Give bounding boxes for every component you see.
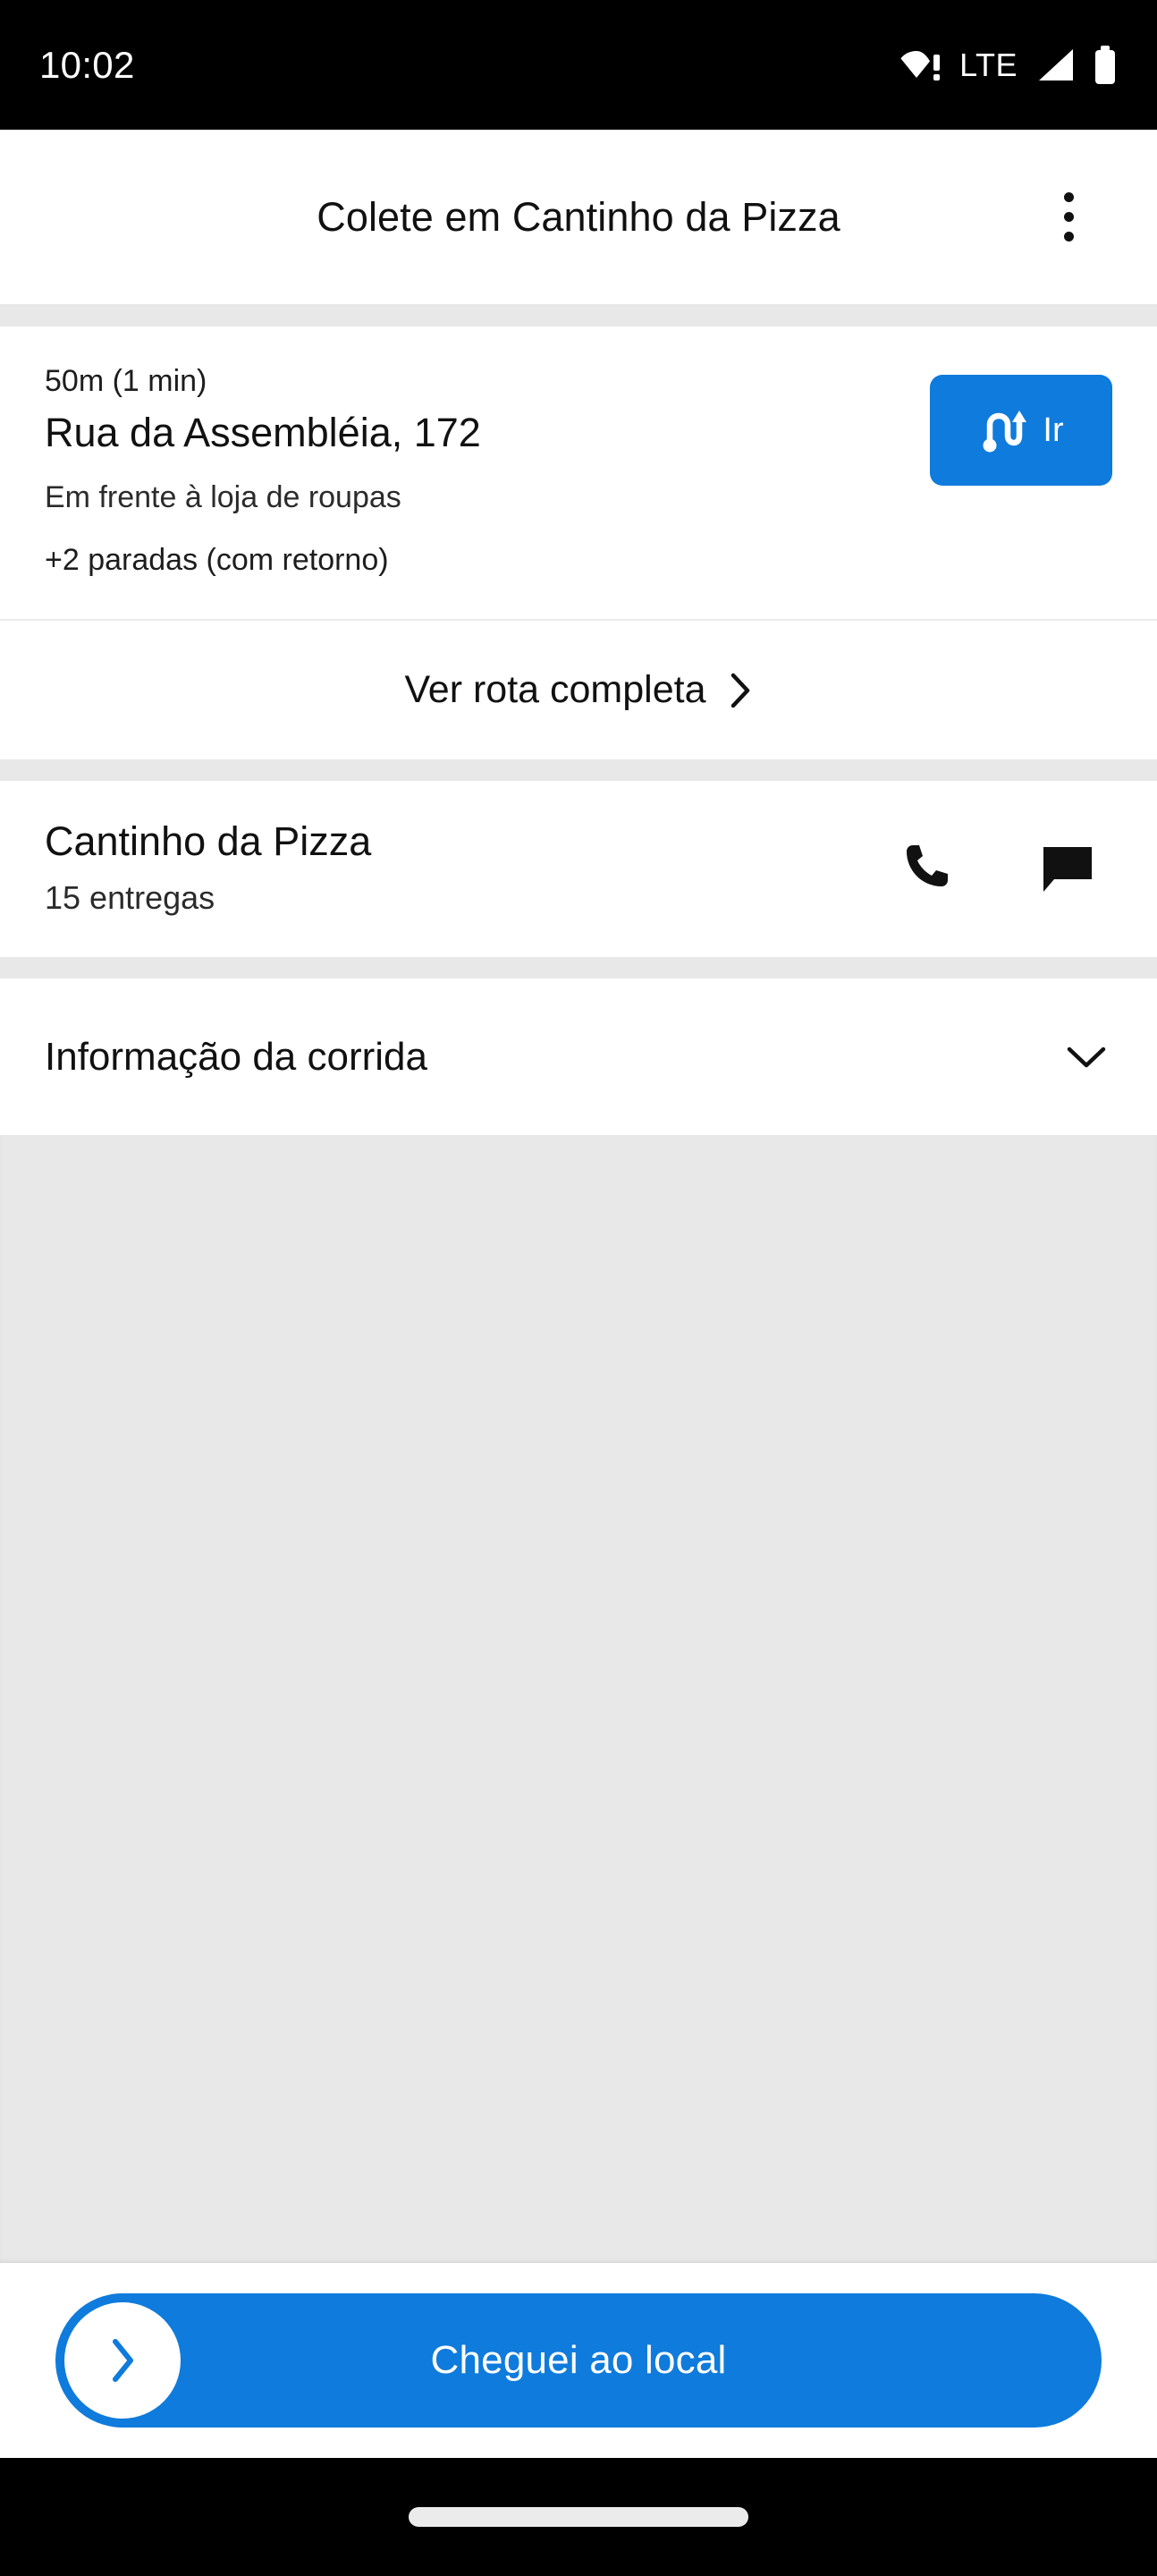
status-clock: 10:02 bbox=[39, 43, 135, 86]
content-placeholder-area bbox=[0, 1135, 1157, 2263]
status-icon-group: LTE bbox=[900, 45, 1118, 85]
trip-info-label: Informação da corrida bbox=[45, 1034, 427, 1079]
phone-icon bbox=[902, 840, 958, 895]
navigate-button[interactable]: Ir bbox=[930, 375, 1112, 486]
section-spacer bbox=[0, 957, 1157, 979]
eta-label: 50m (1 min) bbox=[45, 364, 207, 398]
merchant-name: Cantinho da Pizza bbox=[45, 818, 372, 865]
section-spacer bbox=[0, 759, 1157, 782]
section-spacer bbox=[0, 304, 1157, 326]
chevron-right-icon bbox=[107, 2337, 138, 2384]
merchant-info: Cantinho da Pizza 15 entregas bbox=[45, 817, 898, 918]
chevron-down-icon bbox=[1066, 1045, 1107, 1070]
gesture-home-handle[interactable] bbox=[409, 2507, 748, 2527]
merchant-actions bbox=[898, 835, 1112, 900]
arrived-button-label: Cheguei ao local bbox=[430, 2338, 727, 2382]
merchant-row: Cantinho da Pizza 15 entregas bbox=[0, 781, 1157, 958]
footer-action-bar: Cheguei ao local bbox=[0, 2263, 1157, 2458]
call-merchant-button[interactable] bbox=[898, 835, 962, 900]
route-icon bbox=[978, 405, 1028, 455]
trip-info-accordion[interactable]: Informação da corrida bbox=[0, 979, 1157, 1136]
system-navigation-bar bbox=[0, 2458, 1157, 2576]
chat-bubble-icon bbox=[1040, 840, 1095, 895]
navigate-button-label: Ir bbox=[1043, 411, 1064, 449]
merchant-delivery-count: 15 entregas bbox=[45, 879, 215, 917]
app-screen: 10:02 LTE Colete em Cantinho da Pizza 50… bbox=[0, 0, 1157, 2576]
slide-thumb-handle[interactable] bbox=[64, 2302, 181, 2419]
arrived-at-location-button[interactable]: Cheguei ao local bbox=[55, 2293, 1102, 2428]
more-dot bbox=[1063, 192, 1074, 202]
more-dot bbox=[1063, 232, 1074, 242]
extra-stops-label: +2 paradas (com retorno) bbox=[45, 542, 389, 577]
more-dot bbox=[1063, 212, 1074, 222]
message-merchant-button[interactable] bbox=[1035, 835, 1100, 900]
wifi-warning-icon bbox=[900, 47, 942, 83]
battery-icon bbox=[1093, 45, 1118, 85]
address-card: 50m (1 min) Rua da Assembléia, 172 Em fr… bbox=[0, 326, 1157, 620]
page-title: Colete em Cantinho da Pizza bbox=[317, 193, 840, 240]
chevron-right-icon bbox=[730, 672, 753, 709]
network-type-label: LTE bbox=[959, 46, 1018, 83]
street-address: Rua da Assembléia, 172 bbox=[45, 409, 481, 455]
app-header: Colete em Cantinho da Pizza bbox=[0, 130, 1157, 304]
more-vert-icon[interactable] bbox=[1037, 182, 1100, 253]
view-full-route-label: Ver rota completa bbox=[404, 668, 706, 712]
address-reference: Em frente à loja de roupas bbox=[45, 479, 401, 514]
address-text-block: 50m (1 min) Rua da Assembléia, 172 Em fr… bbox=[45, 362, 905, 580]
view-full-route-row[interactable]: Ver rota completa bbox=[0, 621, 1157, 760]
signal-icon bbox=[1035, 47, 1075, 83]
status-bar: 10:02 LTE bbox=[0, 0, 1157, 130]
